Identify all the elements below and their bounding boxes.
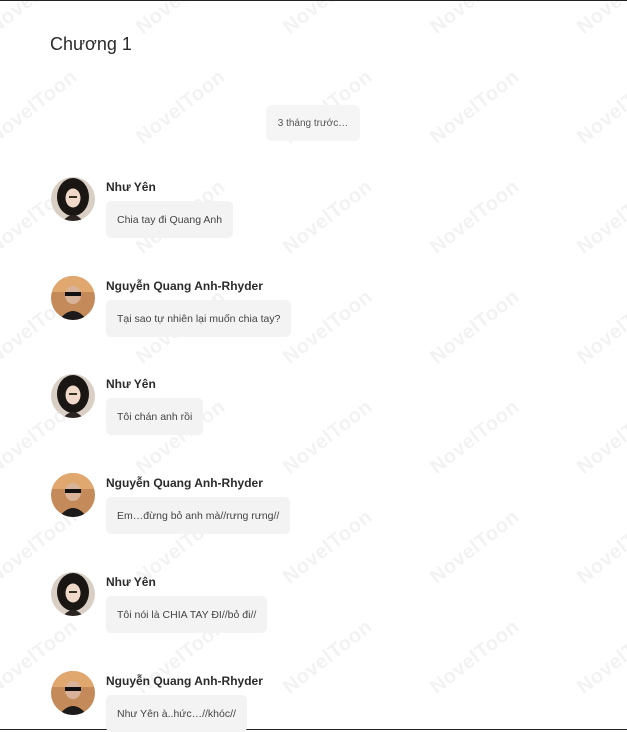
watermark-text: NovelToon [573, 395, 627, 479]
sender-name: Nguyễn Quang Anh-Rhyder [106, 476, 263, 490]
watermark-text: NovelToon [573, 175, 627, 259]
watermark-text: NovelToon [132, 1, 230, 39]
watermark-text: NovelToon [426, 285, 524, 369]
sender-name: Như Yên [106, 575, 156, 589]
watermark-text: NovelToon [132, 65, 230, 149]
watermark-text: NovelToon [426, 505, 524, 589]
watermark-text: NovelToon [426, 65, 524, 149]
avatar-quang-anh[interactable] [51, 276, 95, 320]
avatar-quang-anh[interactable] [51, 671, 95, 715]
watermark-text: NovelToon [0, 65, 82, 149]
message-bubble: Chia tay đi Quang Anh [106, 201, 234, 238]
watermark-text: NovelToon [279, 615, 377, 699]
chapter-title: Chương 1 [50, 34, 132, 54]
sender-name: Nguyễn Quang Anh-Rhyder [106, 674, 263, 688]
message-bubble: Tôi nói là CHIA TAY ĐI//bỏ đi// [106, 596, 268, 633]
avatar-nhu-yen[interactable] [51, 572, 95, 616]
watermark-text: NovelToon [573, 65, 627, 149]
watermark-text: NovelToon [573, 285, 627, 369]
sender-name: Như Yên [106, 180, 156, 194]
sender-name: Như Yên [106, 377, 156, 391]
avatar-nhu-yen[interactable] [51, 177, 95, 221]
watermark-text: NovelToon [426, 615, 524, 699]
sender-name: Nguyễn Quang Anh-Rhyder [106, 279, 263, 293]
message-bubble: Như Yên à..hức…//khóc// [106, 695, 247, 732]
watermark-text: NovelToon [573, 1, 627, 39]
message-bubble: Em…đừng bỏ anh mà//rưng rưng// [106, 497, 291, 534]
message-bubble: Tôi chán anh rồi [106, 398, 204, 435]
watermark-text: NovelToon [279, 395, 377, 479]
watermark-text: NovelToon [573, 505, 627, 589]
message-bubble: Tại sao tự nhiên lại muốn chia tay? [106, 300, 292, 337]
watermark-text: NovelToon [426, 395, 524, 479]
watermark-text: NovelToon [426, 175, 524, 259]
watermark-text: NovelToon [279, 285, 377, 369]
watermark-text: NovelToon [573, 615, 627, 699]
timestamp-badge: 3 tháng trước… [266, 105, 360, 141]
watermark-text: NovelToon [279, 1, 377, 39]
watermark-text: NovelToon [279, 505, 377, 589]
avatar-quang-anh[interactable] [51, 473, 95, 517]
watermark-text: NovelToon [426, 1, 524, 39]
avatar-nhu-yen[interactable] [51, 374, 95, 418]
watermark-text: NovelToon [279, 175, 377, 259]
